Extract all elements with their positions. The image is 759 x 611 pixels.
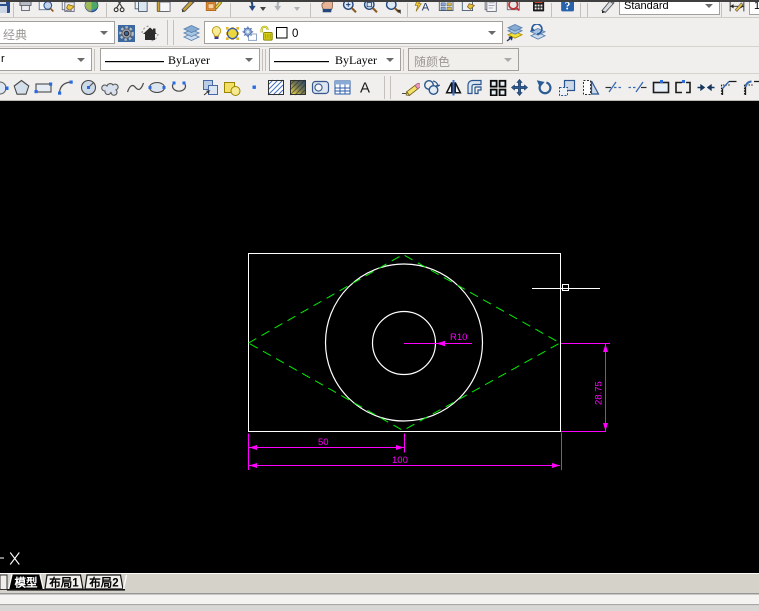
svg-text:布局2: 布局2 — [88, 576, 118, 590]
svg-text:A: A — [422, 2, 430, 14]
svg-text:布局1: 布局1 — [48, 576, 79, 590]
svg-text:R10: R10 — [450, 332, 467, 343]
svg-text:50: 50 — [318, 437, 329, 448]
svg-text:100: 100 — [392, 455, 408, 466]
svg-text:28.75: 28.75 — [594, 381, 605, 405]
svg-text:模型: 模型 — [15, 576, 38, 590]
svg-text:?: ? — [565, 2, 571, 13]
svg-text:A: A — [360, 80, 370, 97]
